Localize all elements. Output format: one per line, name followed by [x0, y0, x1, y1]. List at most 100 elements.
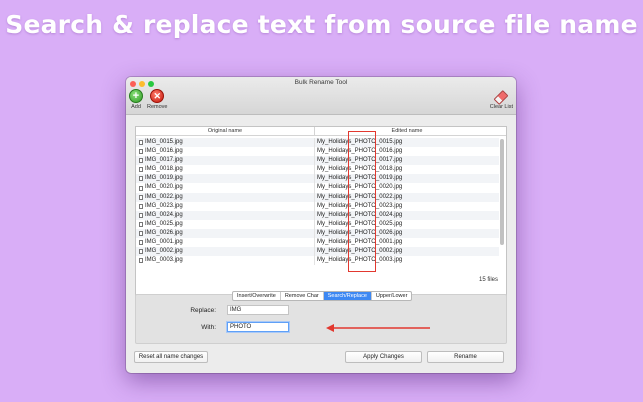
edited-name-cell: My_Holidays_PHOTO_0023.jpg — [317, 202, 403, 209]
original-name: IMG_0026.jpg — [145, 229, 183, 236]
eraser-icon — [494, 89, 508, 103]
original-name: IMG_0022.jpg — [145, 193, 183, 200]
window-title: Bulk Rename Tool — [294, 79, 348, 86]
column-header-edited[interactable]: Edited name — [315, 127, 499, 135]
table-row[interactable]: IMG_0025.jpg My_Holidays_PHOTO_0025.jpg — [136, 219, 499, 229]
file-icon — [139, 149, 143, 155]
replace-row: Replace: IMG — [174, 305, 289, 315]
file-icon — [139, 258, 143, 264]
original-name: IMG_0019.jpg — [145, 175, 183, 182]
tab-upper-lower[interactable]: Upper/Lower — [372, 292, 411, 300]
original-name-cell: IMG_0002.jpg — [136, 247, 315, 257]
file-icon — [139, 140, 143, 146]
original-name: IMG_0001.jpg — [145, 239, 183, 246]
original-name-cell: IMG_0025.jpg — [136, 219, 315, 229]
edited-name-cell: My_Holidays_PHOTO_0015.jpg — [317, 139, 403, 145]
with-input[interactable]: PHOTO — [227, 322, 289, 332]
original-name: IMG_0018.jpg — [145, 166, 183, 173]
file-icon — [139, 158, 143, 164]
tab-insert-overwrite[interactable]: Insert/Overwrite — [233, 292, 281, 300]
original-name-cell: IMG_0019.jpg — [136, 174, 315, 184]
table-row[interactable]: IMG_0018.jpg My_Holidays_PHOTO_0018.jpg — [136, 165, 499, 175]
original-name: IMG_0017.jpg — [145, 157, 183, 164]
tab-remove-char[interactable]: Remove Char — [281, 292, 324, 300]
table-rows: IMG_0015.jpg My_Holidays_PHOTO_0015.jpg IM… — [136, 138, 499, 266]
original-name-cell: IMG_0003.jpg — [136, 256, 315, 266]
original-name: IMG_0015.jpg — [145, 139, 183, 145]
original-name-cell: IMG_0026.jpg — [136, 228, 315, 239]
table-header: Original name Edited name — [136, 127, 506, 136]
column-header-original[interactable]: Original name — [136, 127, 315, 135]
table-row[interactable]: IMG_0002.jpg My_Holidays_PHOTO_0002.jpg — [136, 247, 499, 257]
reset-all-button[interactable]: Reset all name changes — [134, 351, 208, 363]
clear-list-button[interactable]: Clear List — [490, 89, 513, 110]
remove-button[interactable]: ✕ Remove — [147, 89, 167, 110]
original-name-cell: IMG_0020.jpg — [136, 183, 315, 193]
file-icon — [139, 176, 143, 182]
x-icon: ✕ — [150, 89, 165, 103]
table-row[interactable]: IMG_0017.jpg My_Holidays_PHOTO_0017.jpg — [136, 156, 499, 166]
tab-bar: Insert/Overwrite Remove Char Search/Replac… — [232, 291, 413, 301]
original-name-cell: IMG_0016.jpg — [136, 147, 315, 157]
original-name-cell: IMG_0023.jpg — [136, 201, 315, 211]
table-row[interactable]: IMG_0024.jpg My_Holidays_PHOTO_0024.jpg — [136, 210, 499, 220]
original-name-cell: IMG_0017.jpg — [136, 156, 315, 166]
file-icon — [139, 249, 143, 255]
original-name-cell: IMG_0018.jpg — [136, 165, 315, 175]
file-icon — [139, 185, 143, 191]
file-icon — [139, 203, 143, 209]
original-name: IMG_0020.jpg — [145, 184, 183, 191]
replace-input[interactable]: IMG — [227, 305, 289, 315]
plus-icon: + — [129, 89, 143, 103]
original-name: IMG_0002.jpg — [145, 248, 183, 255]
file-icon — [139, 221, 143, 227]
original-name: IMG_0016.jpg — [145, 148, 183, 155]
original-name-cell: IMG_0024.jpg — [136, 210, 315, 220]
original-name: IMG_0003.jpg — [145, 257, 183, 264]
add-label: Add — [131, 104, 141, 110]
table-row[interactable]: IMG_0019.jpg My_Holidays_PHOTO_0019.jpg — [136, 174, 499, 184]
table-row[interactable]: IMG_0023.jpg My_Holidays_PHOTO_0023.jpg — [136, 201, 499, 211]
edited-name-cell: My_Holidays_PHOTO_0001.jpg — [317, 239, 403, 246]
edited-name-cell: My_Holidays_PHOTO_0017.jpg — [317, 157, 403, 164]
edited-name-cell: My_Holidays_PHOTO_0003.jpg — [317, 257, 403, 264]
original-name-cell: IMG_0001.jpg — [136, 238, 315, 248]
file-icon — [139, 240, 143, 246]
original-name-cell: IMG_0022.jpg — [136, 192, 315, 202]
table-row[interactable]: IMG_0003.jpg My_Holidays_PHOTO_0003.jpg — [136, 256, 499, 266]
options-panel: Insert/Overwrite Remove Char Search/Replac… — [135, 291, 507, 344]
file-icon — [139, 212, 143, 218]
table-row[interactable]: IMG_0016.jpg My_Holidays_PHOTO_0016.jpg — [136, 147, 499, 157]
file-icon — [139, 167, 143, 173]
edited-name-cell: My_Holidays_PHOTO_0018.jpg — [317, 166, 403, 173]
edited-name-cell: My_Holidays_PHOTO_0002.jpg — [317, 248, 403, 255]
file-icon — [139, 230, 143, 236]
table-row[interactable]: IMG_0015.jpg My_Holidays_PHOTO_0015.jpg — [136, 138, 499, 148]
add-button[interactable]: + Add — [129, 89, 143, 110]
file-icon — [139, 194, 143, 200]
with-row: With: PHOTO — [174, 322, 289, 332]
annotation-arrow — [326, 324, 430, 332]
headline: Search & replace text from source file n… — [5, 10, 638, 39]
edited-name-cell: My_Holidays_PHOTO_0016.jpg — [317, 148, 403, 155]
with-label: With: — [201, 323, 216, 331]
tab-search-replace[interactable]: Search/Replace — [323, 292, 372, 300]
table-row[interactable]: IMG_0001.jpg My_Holidays_PHOTO_0001.jpg — [136, 238, 499, 248]
table-row[interactable]: IMG_0026.jpg My_Holidays_PHOTO_0026.jpg — [136, 228, 499, 239]
original-name-cell: IMG_0015.jpg — [136, 138, 315, 148]
original-name: IMG_0023.jpg — [145, 202, 183, 209]
apply-changes-button[interactable]: Apply Changes — [345, 351, 422, 363]
edited-name-cell: My_Holidays_PHOTO_0019.jpg — [317, 175, 403, 182]
rename-button[interactable]: Rename — [427, 351, 504, 363]
table-row[interactable]: IMG_0022.jpg My_Holidays_PHOTO_0022.jpg — [136, 192, 499, 202]
edited-name-cell: My_Holidays_PHOTO_0025.jpg — [317, 220, 403, 227]
edited-name-cell: My_Holidays_PHOTO_0026.jpg — [317, 229, 403, 236]
replace-label: Replace: — [190, 306, 216, 314]
clear-list-label: Clear List — [489, 104, 513, 110]
titlebar: Bulk Rename Tool + Add ✕ Remove Clear Li… — [126, 77, 516, 115]
vertical-scrollbar[interactable] — [500, 139, 504, 245]
edited-name-cell: My_Holidays_PHOTO_0020.jpg — [317, 184, 403, 191]
remove-label: Remove — [147, 104, 168, 110]
edited-name-cell: My_Holidays_PHOTO_0024.jpg — [317, 211, 403, 218]
table-row[interactable]: IMG_0020.jpg My_Holidays_PHOTO_0020.jpg — [136, 183, 499, 193]
